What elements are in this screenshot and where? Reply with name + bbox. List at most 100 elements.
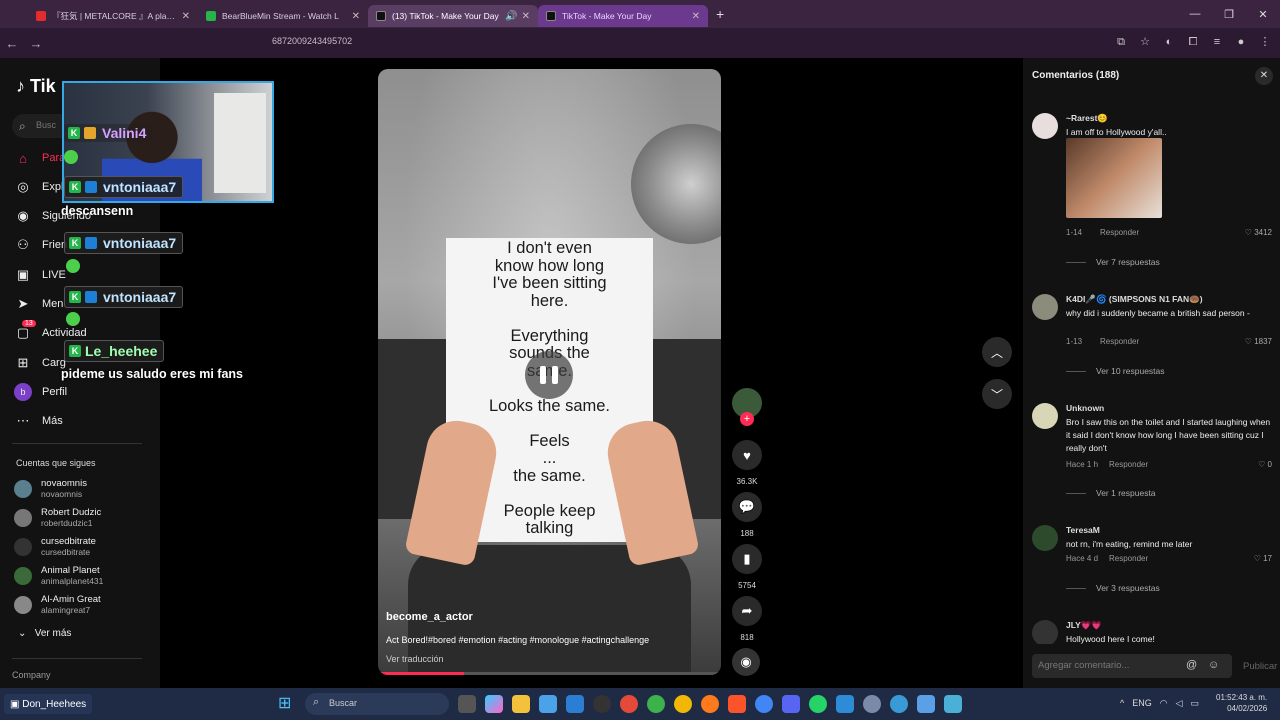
chrome-icon[interactable] [620,695,638,713]
view-replies-button[interactable]: Ver 1 respuesta [1066,488,1156,498]
comment-like[interactable]: ♡ 17 [1254,554,1272,563]
close-icon[interactable]: ✕ [522,11,530,22]
vscode-icon[interactable] [566,695,584,713]
avatar[interactable] [1032,113,1058,139]
emoji-icon[interactable]: ☺ [1208,659,1219,671]
tab-search-icon[interactable]: ≡ [1210,35,1224,49]
following-account[interactable]: Al-Amin Great alamingreat7 [14,594,101,616]
nav-friends[interactable]: ⚇ Frien [14,234,67,256]
language-indicator[interactable]: ENG [1132,698,1152,709]
tab-tiktok[interactable]: TikTok - Make Your Day ✕ [538,5,708,27]
start-button[interactable]: ⊞ [278,695,296,713]
tab-stream[interactable]: BearBlueMin Stream - Watch L ✕ [198,5,368,27]
close-icon[interactable]: ✕ [352,11,360,22]
taskbar-search[interactable]: ⌕ Buscar [305,693,449,715]
star-icon[interactable]: ☆ [1138,35,1152,49]
post-button[interactable]: Publicar [1243,661,1277,672]
nav-profile[interactable]: b Perfil [14,381,67,403]
discord-icon[interactable] [782,695,800,713]
view-replies-button[interactable]: Ver 10 respuestas [1066,366,1165,376]
author-avatar[interactable]: + [732,388,762,426]
notepad-icon[interactable] [917,695,935,713]
minimize-button[interactable]: — [1178,8,1212,20]
nav-upload[interactable]: ⊞ Carg [14,352,66,374]
following-account[interactable]: Robert Dudzic robertdudzic1 [14,507,101,529]
reply-button[interactable]: Responder [1100,228,1139,237]
avatar[interactable] [1032,294,1058,320]
battery-icon[interactable]: ▭ [1191,698,1200,709]
pause-button[interactable] [525,351,573,399]
reply-button[interactable]: Responder [1109,460,1148,469]
task-view-icon[interactable] [458,695,476,713]
close-comments-button[interactable]: ✕ [1255,67,1273,85]
share-button[interactable]: ➦ [732,596,762,626]
nav-live[interactable]: ▣ LIVE [14,264,66,286]
next-video-button[interactable]: ﹀ [982,379,1012,409]
chevron-up-icon[interactable]: ^ [1120,698,1124,709]
globe-icon[interactable] [890,695,908,713]
menu-icon[interactable]: ⋮ [1258,35,1272,49]
url-field[interactable]: 6872009243495702 [272,36,352,46]
view-replies-button[interactable]: Ver 7 respuestas [1066,257,1160,267]
comment-like[interactable]: ♡ 3412 [1245,228,1272,237]
video-player[interactable]: I don't even know how long I've been sit… [378,69,721,675]
following-account[interactable]: Animal Planet animalplanet431 [14,565,103,587]
like-button[interactable]: ♥ [732,440,762,470]
copilot-icon[interactable] [485,695,503,713]
reply-button[interactable]: Responder [1100,337,1139,346]
chrome-icon[interactable] [647,695,665,713]
following-account[interactable]: cursedbitrate cursedbitrate [14,536,96,558]
photos-icon[interactable] [836,695,854,713]
install-icon[interactable]: ⧉ [1114,35,1128,49]
following-account[interactable]: novaomnis novaomnis [14,478,87,500]
see-more-button[interactable]: ⌄ Ver más [18,628,71,639]
whatsapp-icon[interactable] [809,695,827,713]
settings-icon[interactable] [863,695,881,713]
tiktok-logo[interactable]: ♪ Tik [16,76,56,97]
forward-icon[interactable]: → [24,36,48,51]
view-replies-button[interactable]: Ver 3 respuestas [1066,583,1160,593]
mention-icon[interactable]: @ [1186,659,1197,671]
maximize-button[interactable]: ❐ [1212,8,1246,21]
previous-video-button[interactable]: ︿ [982,337,1012,367]
volume-icon[interactable]: ◁ [1176,698,1183,709]
firefox-icon[interactable] [701,695,719,713]
wifi-icon[interactable]: ◠ [1160,698,1168,709]
store-icon[interactable] [539,695,557,713]
video-progress-bar[interactable] [378,672,721,675]
close-window-button[interactable]: ✕ [1246,8,1280,21]
tab-metalcore[interactable]: 『狂気 | METALCORE 』A playlist ✕ [28,5,198,27]
music-disc[interactable]: ◉ [732,648,760,676]
save-button[interactable]: ▮ [732,544,762,574]
avatar[interactable] [1032,525,1058,551]
avatar[interactable] [1032,403,1058,429]
back-icon[interactable]: ← [0,36,24,51]
tab-tiktok-active[interactable]: (13) TikTok - Make Your Day 🔊 ✕ [368,5,538,27]
comment-input[interactable]: Agregar comentario... @ ☺ [1032,654,1232,678]
new-tab-button[interactable]: + [716,6,724,22]
comment-like[interactable]: ♡ 1837 [1245,337,1272,346]
nav-more[interactable]: ⋯ Más [14,410,63,432]
comment-like[interactable]: ♡ 0 [1258,460,1272,469]
chrome-icon[interactable] [674,695,692,713]
obs-icon[interactable] [593,695,611,713]
clock[interactable]: 01:52:43 a. m. 04/02/2026 [1216,692,1267,714]
close-icon[interactable]: ✕ [692,11,700,22]
speaker-icon[interactable]: 🔊 [505,11,517,22]
video-author[interactable]: become_a_actor [386,611,473,623]
nav-messages[interactable]: ➤ Men [14,293,64,315]
profile-icon[interactable]: ● [1234,35,1248,49]
brave-icon[interactable] [728,695,746,713]
app-icon[interactable] [944,695,962,713]
chrome-icon[interactable] [755,695,773,713]
file-explorer-icon[interactable] [512,695,530,713]
puzzle-icon[interactable]: ⧠ [1186,35,1200,49]
avatar[interactable] [1032,620,1058,644]
comment-button[interactable]: 💬 [732,492,762,522]
company-link[interactable]: Company [12,670,51,680]
extension-icon[interactable]: ◐ [1162,35,1176,49]
translate-link[interactable]: Ver traducción [386,654,444,664]
nav-for-you[interactable]: ⌂ Para [14,147,65,169]
close-icon[interactable]: ✕ [182,11,190,22]
reply-button[interactable]: Responder [1109,554,1148,563]
